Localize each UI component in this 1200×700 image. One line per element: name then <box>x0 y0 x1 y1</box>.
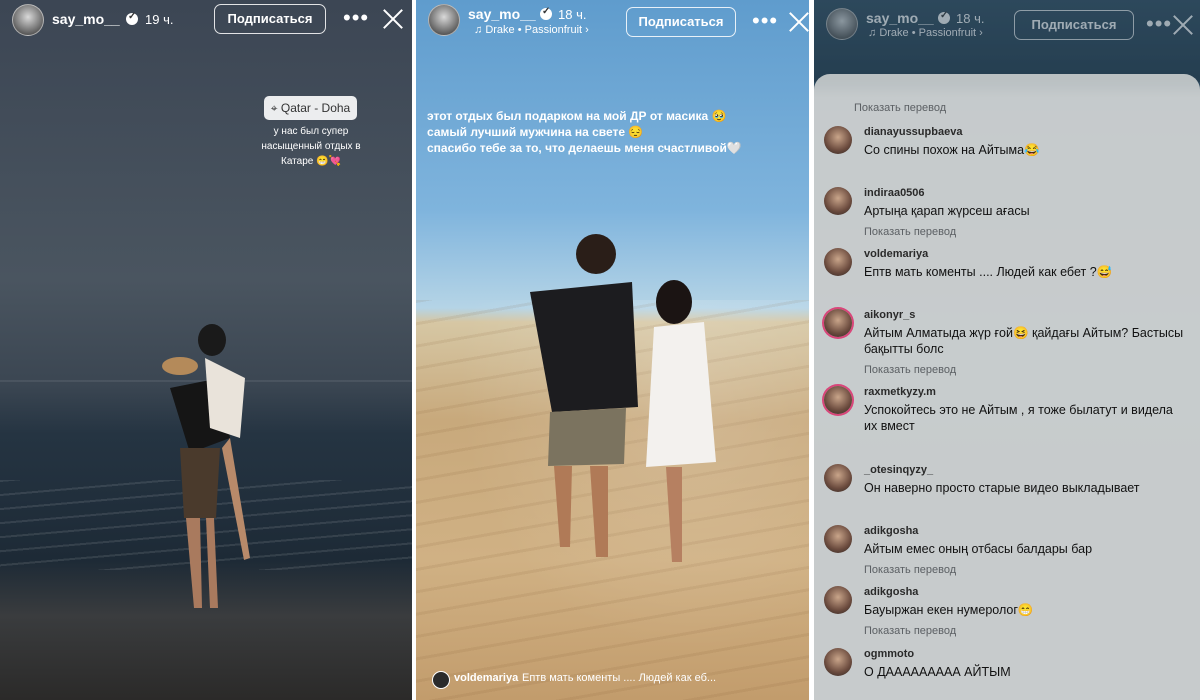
caption-line: этот отдых был подарком на мой ДР от мас… <box>427 109 727 123</box>
close-icon[interactable] <box>1172 14 1194 36</box>
couple-photo-figure <box>530 234 716 562</box>
post-time: 18 ч. <box>956 11 985 26</box>
story-panel-desert: say_mo__ 18 ч. ♫ Drake • Passionfruit › … <box>416 0 809 700</box>
profile-avatar[interactable] <box>12 4 44 36</box>
commenter-avatar[interactable] <box>824 248 852 276</box>
show-translation-link[interactable]: Показать перевод <box>864 364 956 376</box>
location-sticker[interactable]: ⌖ Qatar - Doha <box>264 96 357 120</box>
show-translation-link[interactable]: Показать перевод <box>864 564 956 576</box>
username[interactable]: say_mo__ <box>468 6 536 22</box>
comment-preview-bar[interactable]: voldemariya Eптв мать коменты .... Людей… <box>426 668 799 690</box>
post-time: 18 ч. <box>558 7 587 22</box>
commenter-avatar <box>432 671 450 689</box>
comment-text: О ДААААААААА АЙТЫМ <box>864 665 1011 679</box>
comment-text: Айтым Алматыда жүр ғой😆 қайдағы Айтым? Б… <box>864 326 1184 356</box>
comments-sheet[interactable]: Показать перевод dianayussupbaeva Со спи… <box>814 74 1200 700</box>
commenter-avatar[interactable] <box>824 525 852 553</box>
commenter-avatar[interactable] <box>824 309 852 337</box>
comment-text: Айтым емес оның отбасы балдары бар <box>864 542 1093 556</box>
commenter-username[interactable]: indiraa0506 <box>864 187 925 199</box>
couple-photo-figure <box>162 324 250 608</box>
story-header: say_mo__ 18 ч. ♫ Drake • Passionfruit › … <box>416 0 809 40</box>
comment-text: Eптв мать коменты .... Людей как ебет ?😅 <box>864 265 1113 279</box>
verified-badge-icon <box>938 10 950 24</box>
more-options-icon[interactable]: ••• <box>343 7 369 29</box>
show-translation-link[interactable]: Показать перевод <box>864 625 956 637</box>
story-header: say_mo__ 18 ч. ♫ Drake • Passionfruit › … <box>814 0 1200 40</box>
music-track-label: Drake • Passionfruit › <box>879 27 983 39</box>
commenter-avatar[interactable] <box>824 187 852 215</box>
more-options-icon[interactable]: ••• <box>752 10 778 32</box>
verified-badge-icon <box>126 11 138 25</box>
location-label: Qatar - Doha <box>280 101 351 115</box>
follow-button[interactable]: Подписаться <box>214 4 326 34</box>
profile-avatar[interactable] <box>826 8 858 40</box>
commenter-username[interactable]: voldemariya <box>864 248 928 260</box>
username[interactable]: say_mo__ <box>52 11 120 27</box>
post-time: 19 ч. <box>145 12 174 27</box>
caption-line: спасибо тебе за то, что делаешь меня сча… <box>427 141 742 155</box>
commenter-username[interactable]: _otesinqyzy_ <box>864 464 933 476</box>
caption-line: самый лучший мужчина на свете 😔 <box>427 125 644 139</box>
username[interactable]: say_mo__ <box>866 10 934 26</box>
commenter-username[interactable]: adikgosha <box>864 586 918 598</box>
more-options-icon[interactable]: ••• <box>1146 13 1172 35</box>
commenter-avatar[interactable] <box>824 648 852 676</box>
comment-text: Бауыржан екен нумеролог😁 <box>864 603 1034 617</box>
story-caption: у нас был супер насыщенный отдых в Катар… <box>261 126 361 167</box>
comment-text: Со спины похож на Айтыма😂 <box>864 143 1040 157</box>
story-panel-comments: say_mo__ 18 ч. ♫ Drake • Passionfruit › … <box>814 0 1200 700</box>
commenter-avatar[interactable] <box>824 586 852 614</box>
close-icon[interactable] <box>788 11 809 33</box>
commenter-username[interactable]: adikgosha <box>864 525 918 537</box>
follow-button[interactable]: Подписаться <box>626 7 736 37</box>
comment-text: Артыңа қарап жүрсеш ағасы <box>864 204 1030 218</box>
location-pin-icon: ⌖ <box>270 101 281 115</box>
story-caption: этот отдых был подарком на мой ДР от мас… <box>427 108 797 156</box>
comment-text: Он наверно просто старые видео выкладыва… <box>864 481 1140 495</box>
commenter-username: voldemariya <box>454 672 519 684</box>
commenter-username[interactable]: aikonyr_s <box>864 309 915 321</box>
music-track[interactable]: ♫ Drake • Passionfruit › <box>474 24 589 36</box>
commenter-username[interactable]: raxmetkyzy.m <box>864 386 936 398</box>
profile-avatar[interactable] <box>428 4 460 36</box>
show-translation-link[interactable]: Показать перевод <box>864 226 956 238</box>
close-icon[interactable] <box>382 8 404 30</box>
music-bars-icon: ♫ <box>868 27 880 39</box>
music-bars-icon: ♫ <box>474 24 486 36</box>
show-translation-link[interactable]: Показать перевод <box>854 102 946 114</box>
commenter-username[interactable]: dianayussupbaeva <box>864 126 962 138</box>
commenter-avatar[interactable] <box>824 386 852 414</box>
verified-badge-icon <box>540 6 552 20</box>
story-header: say_mo__ 19 ч. Подписаться ••• <box>0 0 412 40</box>
commenter-username[interactable]: ogmmoto <box>864 648 914 660</box>
comment-preview-text: Eптв мать коменты .... Людей как еб... <box>522 672 717 684</box>
music-track-label: Drake • Passionfruit › <box>485 24 589 36</box>
follow-button[interactable]: Подписаться <box>1014 10 1134 40</box>
music-track[interactable]: ♫ Drake • Passionfruit › <box>868 27 983 39</box>
commenter-avatar[interactable] <box>824 126 852 154</box>
comment-text: Успокойтесь это не Айтым , я тоже былату… <box>864 403 1173 433</box>
story-panel-beach: say_mo__ 19 ч. Подписаться ••• ⌖ Qatar -… <box>0 0 412 700</box>
commenter-avatar[interactable] <box>824 464 852 492</box>
